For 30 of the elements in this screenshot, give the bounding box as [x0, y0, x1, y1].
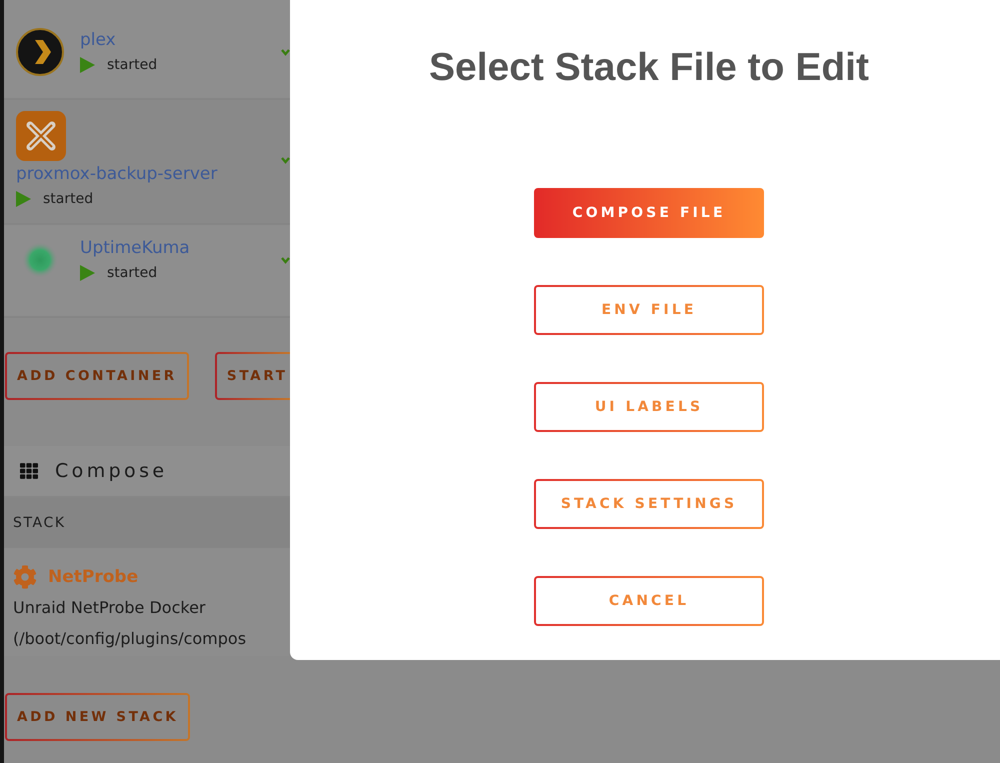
- chevron-down-icon[interactable]: [281, 156, 290, 164]
- section-title: Compose: [55, 460, 168, 482]
- play-icon: [80, 265, 95, 281]
- outline-button[interactable]: CANCEL: [534, 576, 764, 626]
- container-status: started: [107, 264, 158, 283]
- container-name-link[interactable]: UptimeKuma: [80, 237, 190, 259]
- container-status: started: [107, 56, 158, 75]
- stack-path: (/boot/config/plugins/compos: [13, 628, 248, 650]
- modal-title: Select Stack File to Edit: [429, 46, 869, 90]
- outline-button[interactable]: ENV FILE: [534, 285, 764, 335]
- play-icon: [80, 57, 95, 73]
- container-action-button[interactable]: ADD CONTAINER: [5, 352, 189, 400]
- gear-icon[interactable]: [13, 565, 37, 589]
- container-name-link[interactable]: plex: [80, 29, 158, 51]
- outline-button[interactable]: UI LABELS: [534, 382, 764, 432]
- chevron-down-icon[interactable]: [281, 48, 290, 56]
- chevron-logo-icon: [16, 28, 64, 76]
- stack-name-link[interactable]: NetProbe: [48, 567, 138, 587]
- container-name-link[interactable]: proxmox-backup-server: [16, 163, 218, 185]
- stack-description: Unraid NetProbe Docker: [13, 597, 206, 619]
- x-logo-icon: [16, 111, 66, 161]
- outline-button[interactable]: STACK SETTINGS: [534, 479, 764, 529]
- container-action-button[interactable]: START: [214, 352, 290, 400]
- grid-icon: [19, 462, 39, 480]
- column-header: STACK: [4, 498, 290, 548]
- chevron-down-icon[interactable]: [281, 256, 290, 264]
- add-stack-button[interactable]: ADD NEW STACK: [5, 693, 190, 741]
- primary-button[interactable]: COMPOSE FILE: [534, 188, 764, 238]
- container-status: started: [43, 190, 94, 209]
- play-icon: [16, 191, 31, 207]
